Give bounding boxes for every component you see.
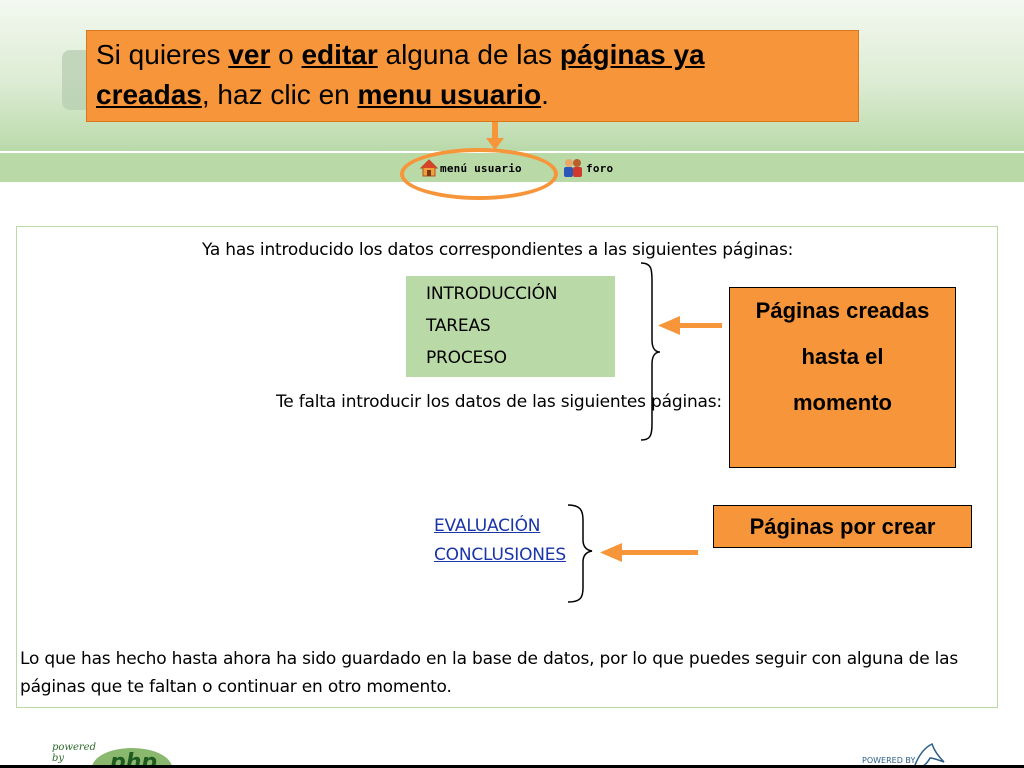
created-callout-line: Páginas creadas bbox=[755, 298, 930, 323]
php-powered-text: powered by bbox=[52, 742, 96, 764]
brace-created bbox=[640, 262, 661, 441]
arrow-to-pending bbox=[600, 543, 698, 562]
arrow-to-created bbox=[658, 316, 722, 335]
created-pages-callout: Páginas creadas hasta el momento bbox=[729, 287, 956, 468]
pages-to-create-callout: Páginas por crear bbox=[713, 505, 972, 548]
brace-pending bbox=[567, 504, 593, 603]
php-logo: powered by php bbox=[52, 740, 182, 768]
created-callout-line: momento bbox=[793, 390, 892, 415]
created-callout-line: hasta el bbox=[801, 344, 884, 369]
